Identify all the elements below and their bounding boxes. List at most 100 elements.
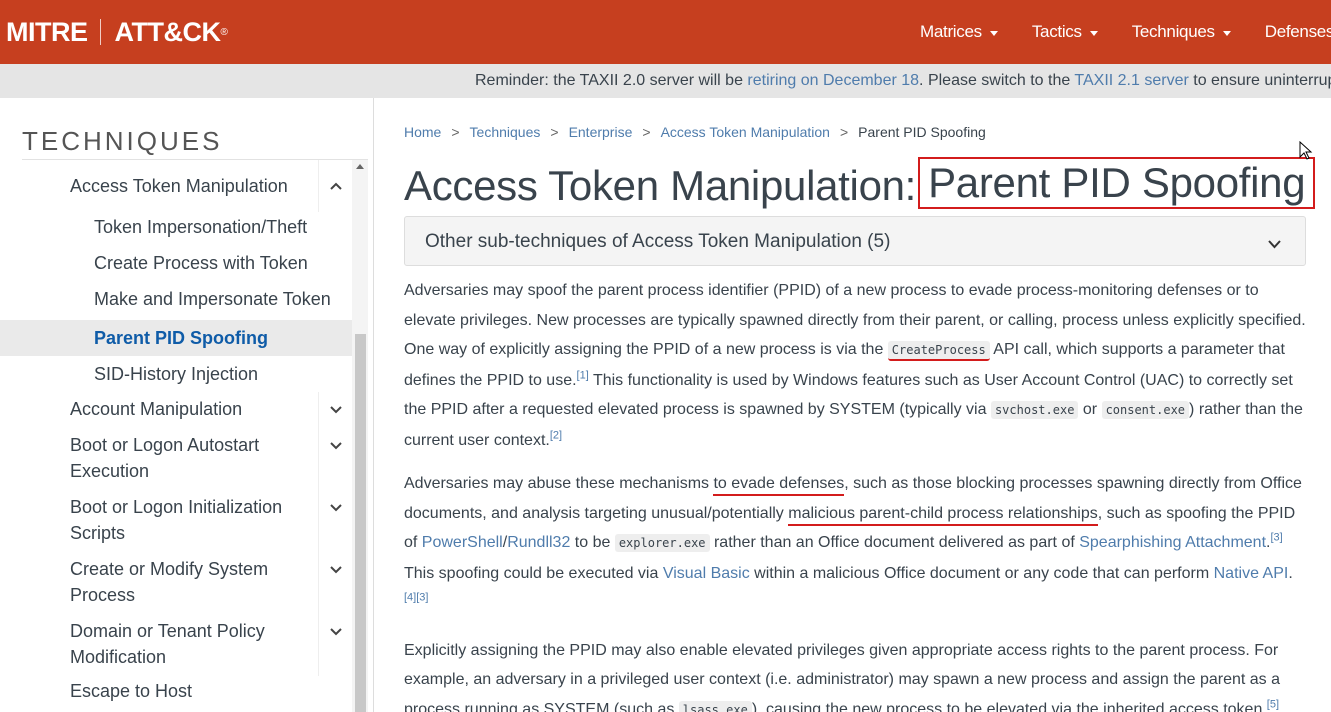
reference-link[interactable]: [5] — [1267, 698, 1279, 710]
scroll-up-arrow-icon[interactable] — [356, 164, 364, 169]
text: to be — [570, 534, 615, 551]
breadcrumb: Home > Techniques > Enterprise > Access Token … — [404, 124, 986, 140]
chevron-down-icon[interactable] — [318, 392, 352, 428]
text: rather than an Office document delivered… — [709, 534, 1080, 551]
breadcrumb-separator: > — [550, 124, 559, 140]
paragraph-1: Adversaries may spoof the parent process… — [404, 276, 1309, 455]
sidebar-item-token-impersonation[interactable]: Token Impersonation/Theft — [0, 212, 352, 248]
caret-down-icon — [989, 30, 998, 36]
nav-techniques[interactable]: Techniques — [1132, 22, 1231, 42]
brand-divider — [99, 19, 101, 45]
breadcrumb-techniques[interactable]: Techniques — [470, 124, 541, 140]
label-line-1: Boot or Logon Autostart — [70, 435, 260, 455]
retiring-link[interactable]: retiring on December 18 — [747, 72, 919, 89]
paragraph-2: Adversaries may abuse these mechanisms t… — [404, 469, 1309, 618]
code-consent: consent.exe — [1101, 401, 1190, 419]
code-explorer: explorer.exe — [614, 534, 710, 552]
chevron-up-icon[interactable] — [318, 160, 352, 212]
mouse-cursor-icon — [1299, 141, 1313, 160]
spearphishing-attachment-link[interactable]: Spearphishing Attachment — [1079, 534, 1266, 551]
reference-link[interactable]: [4][3] — [404, 592, 428, 604]
title-highlight: Parent PID Spoofing — [918, 157, 1316, 209]
sidebar-item-label: Make and Impersonate Token — [94, 289, 331, 309]
text: Adversaries may abuse these mechanisms — [404, 475, 714, 492]
chevron-down-icon[interactable] — [318, 490, 352, 552]
breadcrumb-enterprise[interactable]: Enterprise — [569, 124, 633, 140]
label-line-2: Process — [70, 585, 136, 605]
sidebar-item-domain-tenant-policy[interactable]: Domain or Tenant Policy Modification — [0, 614, 352, 676]
sidebar-item-label: SID-History Injection — [94, 364, 259, 384]
sidebar-item-access-token-manipulation[interactable]: Access Token Manipulation — [0, 160, 352, 212]
sidebar-item-label: Token Impersonation/Theft — [94, 217, 308, 237]
code-lsass: lsass.exe — [678, 700, 752, 712]
sidebar-item-create-modify-system-process[interactable]: Create or Modify System Process — [0, 552, 352, 614]
label-line-1: Boot or Logon Initialization — [70, 497, 283, 517]
sidebar-item-label: Escape to Host — [70, 681, 193, 701]
banner-text: Reminder: the TAXII 2.0 server will be r… — [475, 72, 1331, 90]
nav-tactics[interactable]: Tactics — [1032, 22, 1098, 42]
nav-tactics-label: Tactics — [1031, 22, 1082, 41]
reference-link[interactable]: [1] — [577, 369, 589, 381]
chevron-down-icon[interactable] — [1268, 236, 1281, 254]
code-createprocess: CreateProcess — [887, 341, 990, 361]
technique-description: Adversaries may spoof the parent process… — [404, 276, 1309, 712]
visual-basic-link[interactable]: Visual Basic — [663, 565, 750, 582]
sidebar-item-account-manipulation[interactable]: Account Manipulation — [0, 392, 352, 428]
top-nav: MITRE ATT&CK ® Matrices Tactics Technique… — [0, 0, 1331, 64]
main-content: Home > Techniques > Enterprise > Access Token … — [404, 98, 1331, 712]
label-line-1: Domain or Tenant Policy — [70, 621, 265, 641]
rundll32-link[interactable]: Rundll32 — [507, 534, 570, 551]
label-line-1: Create or Modify System — [70, 559, 269, 579]
reference-link[interactable]: [2] — [550, 429, 562, 441]
sidebar-item-create-process-with-token[interactable]: Create Process with Token — [0, 248, 352, 284]
sidebar-item-label: Account Manipulation — [70, 399, 243, 419]
text: . — [1288, 564, 1293, 582]
banner-text-1: Reminder: the TAXII 2.0 server will be — [475, 72, 748, 89]
underlined-phrase: malicious parent-child process relations… — [788, 504, 1098, 526]
mitre-attack-logo[interactable]: MITRE ATT&CK ® — [6, 14, 228, 50]
sidebar-item-boot-logon-autostart[interactable]: Boot or Logon Autostart Execution — [0, 428, 352, 490]
sidebar-item-label: Domain or Tenant Policy Modification — [0, 618, 352, 670]
sidebar-item-label: Access Token Manipulation — [70, 176, 288, 196]
chevron-down-icon[interactable] — [318, 552, 352, 614]
sidebar-scroll-thumb[interactable] — [355, 334, 366, 712]
reference-link[interactable]: [3] — [1270, 532, 1282, 544]
nav-defenses[interactable]: Defenses — [1265, 22, 1331, 42]
paragraph-3: Explicitly assigning the PPID may also e… — [404, 636, 1309, 712]
brand-registered-mark: ® — [220, 26, 228, 38]
sidebar-item-make-and-impersonate-token[interactable]: Make and Impersonate Token — [0, 284, 352, 320]
breadcrumb-separator: > — [839, 124, 849, 140]
sidebar: TECHNIQUES Access Token Manipulation Tok… — [0, 98, 374, 712]
taxii-21-link[interactable]: TAXII 2.1 server — [1074, 72, 1188, 89]
nav-matrices-label: Matrices — [920, 22, 982, 41]
sidebar-item-escape-to-host[interactable]: Escape to Host — [0, 676, 352, 712]
label-line-2: Execution — [70, 461, 150, 481]
nav-matrices[interactable]: Matrices — [920, 22, 998, 42]
breadcrumb-access-token-manipulation[interactable]: Access Token Manipulation — [661, 124, 830, 140]
breadcrumb-separator: > — [642, 124, 651, 140]
nav-defenses-label: Defenses — [1264, 22, 1331, 41]
breadcrumb-current: Parent PID Spoofing — [858, 124, 986, 140]
nav-techniques-label: Techniques — [1131, 22, 1215, 41]
breadcrumb-home[interactable]: Home — [404, 124, 441, 140]
sidebar-item-boot-logon-init-scripts[interactable]: Boot or Logon Initialization Scripts — [0, 490, 352, 552]
nav-menu: Matrices Tactics Techniques Defenses — [920, 0, 1331, 64]
text: within a malicious Office document or an… — [749, 564, 1214, 582]
sidebar-title: TECHNIQUES — [22, 126, 223, 156]
native-api-link[interactable]: Native API — [1214, 565, 1289, 582]
caret-down-icon — [1222, 30, 1231, 36]
brand-mitre: MITRE — [6, 16, 88, 47]
underlined-phrase: to evade defenses — [713, 475, 845, 496]
label-line-2: Scripts — [70, 523, 126, 543]
banner-text-2: . Please switch to the — [919, 72, 1075, 89]
sidebar-item-sid-history-injection[interactable]: SID-History Injection — [0, 356, 352, 392]
sidebar-item-parent-pid-spoofing[interactable]: Parent PID Spoofing — [0, 320, 352, 356]
text: or — [1078, 401, 1102, 418]
powershell-link[interactable]: PowerShell — [422, 534, 503, 551]
label-line-2: Modification — [70, 647, 167, 667]
brand-attack: ATT&CK — [114, 16, 221, 47]
accordion-label: Other sub-techniques of Access Token Man… — [425, 231, 891, 252]
chevron-down-icon[interactable] — [318, 614, 352, 676]
other-subtechniques-accordion[interactable]: Other sub-techniques of Access Token Man… — [404, 216, 1306, 266]
chevron-down-icon[interactable] — [318, 428, 352, 490]
